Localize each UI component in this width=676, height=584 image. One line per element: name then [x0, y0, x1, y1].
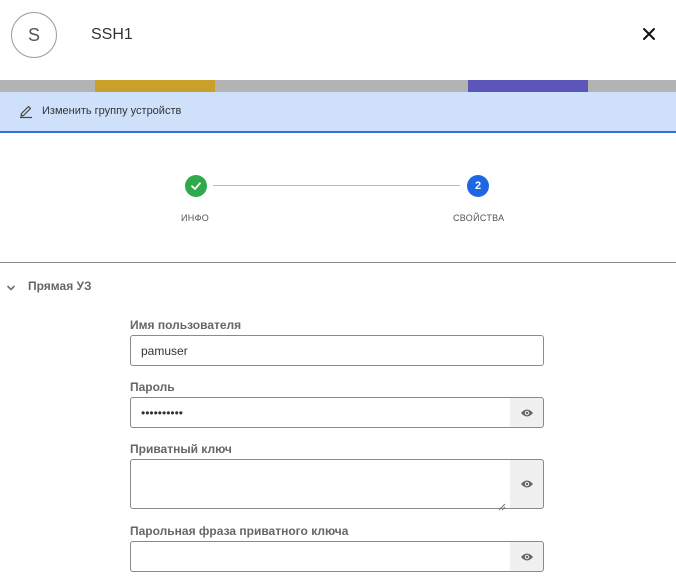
banner-strip-block — [468, 80, 588, 92]
dialog-header: S SSH1 — [0, 0, 676, 80]
step-properties-label: СВОЙСТВА — [453, 213, 505, 223]
edit-device-group-label: Изменить группу устройств — [42, 105, 182, 117]
passphrase-field-group — [130, 541, 544, 572]
passphrase-label: Парольная фраза приватного ключа — [130, 524, 349, 538]
show-passphrase-button[interactable] — [510, 541, 544, 572]
pencil-icon — [18, 103, 34, 119]
close-icon[interactable] — [639, 24, 659, 44]
step-info-circle[interactable] — [185, 175, 207, 197]
show-private-key-button[interactable] — [510, 459, 544, 509]
check-icon — [191, 182, 201, 190]
password-field-group — [130, 397, 544, 428]
private-key-label: Приватный ключ — [130, 442, 232, 456]
edit-device-group-bar[interactable]: Изменить группу устройств — [0, 92, 676, 133]
eye-icon — [520, 480, 533, 488]
stepper-connector — [213, 185, 460, 186]
show-password-button[interactable] — [510, 397, 544, 428]
section-title: Прямая УЗ — [28, 279, 92, 293]
eye-icon — [520, 409, 533, 416]
username-input[interactable] — [130, 335, 544, 366]
page-title: SSH1 — [91, 26, 133, 43]
stepper: 2 ИНФО СВОЙСТВА — [0, 133, 676, 262]
banner-strip-block — [95, 80, 215, 92]
private-key-textarea[interactable] — [130, 459, 511, 509]
avatar: S — [11, 12, 57, 58]
eye-icon — [520, 553, 533, 560]
step-properties-circle[interactable]: 2 — [467, 175, 489, 197]
passphrase-input[interactable] — [130, 541, 511, 572]
banner-strip — [0, 80, 676, 92]
step-info-label: ИНФО — [181, 213, 210, 223]
private-key-field-group — [130, 459, 544, 511]
resize-handle-icon[interactable] — [498, 498, 506, 511]
password-input[interactable] — [130, 397, 511, 428]
password-label: Пароль — [130, 380, 175, 394]
section-direct-account-toggle[interactable]: Прямая УЗ — [0, 276, 300, 296]
chevron-down-icon — [6, 280, 16, 291]
divider — [0, 262, 676, 263]
username-label: Имя пользователя — [130, 318, 242, 332]
